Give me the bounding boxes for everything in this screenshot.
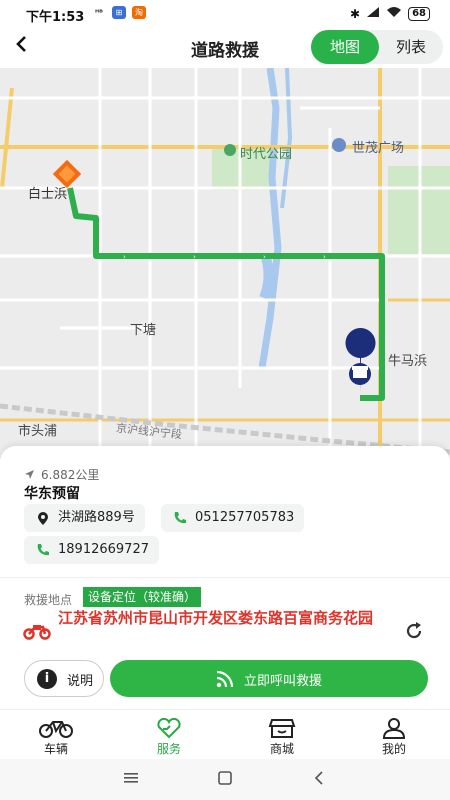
user-icon <box>382 718 406 739</box>
location-label: 救援地点 <box>24 593 73 607</box>
map-label-shitoupu: 市头浦 <box>18 424 58 439</box>
rescue-card: 6.882公里 华东预留 洪湖路889号 051257705783 189126… <box>0 446 450 709</box>
notification-icons: ᴴᴮ ⊞ 淘 <box>92 6 146 19</box>
navigation-arrow-icon <box>25 470 34 479</box>
map-label-shimao: 世茂广场 <box>352 141 405 156</box>
info-icon: i <box>37 669 57 689</box>
hb-icon: ᴴᴮ <box>92 6 106 19</box>
rescue-address: 江苏省苏州市昆山市开发区娄东路百富商务花园 <box>58 609 374 627</box>
divider <box>0 577 450 578</box>
bicycle-icon <box>39 721 73 738</box>
tab-service-label: 服务 <box>156 742 181 756</box>
signal-icon <box>366 6 380 22</box>
map-view[interactable]: › › › › 白士浜 时代公园 世茂广场 下塘 牛马浜 市头浦 京沪线沪宁段 <box>0 68 450 460</box>
svg-text:›: › <box>323 253 326 261</box>
map-label-park: 时代公园 <box>240 147 293 162</box>
shop-name: 华东预留 <box>24 486 80 502</box>
phone-icon <box>174 512 186 524</box>
phone-2-text: 18912669727 <box>58 542 149 557</box>
svg-text:›: › <box>193 253 196 261</box>
tab-mine[interactable]: 我的 <box>354 710 434 760</box>
app-header: 道路救援 地图 列表 <box>0 28 450 68</box>
tab-map[interactable]: 地图 <box>311 30 379 64</box>
tab-mine-label: 我的 <box>381 742 406 756</box>
tab-list[interactable]: 列表 <box>379 30 443 64</box>
map-label-niumabang: 牛马浜 <box>388 354 428 369</box>
tab-service[interactable]: 服务 <box>129 710 209 760</box>
wifi-icon <box>386 6 402 22</box>
status-bar: 下午1:53 ᴴᴮ ⊞ 淘 ✱ 68 <box>0 0 450 28</box>
tab-mall[interactable]: 商城 <box>242 710 322 760</box>
status-right: ✱ 68 <box>350 6 430 22</box>
distance-text: 6.882公里 <box>41 468 100 482</box>
heart-hand-icon <box>157 717 181 739</box>
tab-vehicle-label: 车辆 <box>43 742 68 756</box>
back-icon[interactable] <box>314 771 324 785</box>
menu-icon[interactable] <box>124 772 138 784</box>
info-button[interactable]: i 说明 <box>24 660 104 697</box>
address-chip[interactable]: 洪湖路889号 <box>24 504 145 532</box>
rss-signal-icon <box>216 670 234 688</box>
call-rescue-label: 立即呼叫救援 <box>244 674 323 689</box>
taobao-icon: 淘 <box>132 6 146 19</box>
park-icon <box>224 144 236 156</box>
tab-mall-label: 商城 <box>269 742 294 756</box>
location-accuracy-badge: 设备定位（较准确） <box>83 587 202 607</box>
phone-1-text: 051257705783 <box>195 510 295 525</box>
call-rescue-button[interactable]: 立即呼叫救援 <box>110 660 428 697</box>
phone-chip-2[interactable]: 18912669727 <box>24 536 159 564</box>
view-toggle: 地图 列表 <box>311 30 443 64</box>
distance-row: 6.882公里 <box>24 466 99 483</box>
app-icon: ⊞ <box>112 6 126 19</box>
address-chip-text: 洪湖路889号 <box>58 510 135 525</box>
phone-chip-1[interactable]: 051257705783 <box>161 504 305 532</box>
map-canvas: › › › › <box>0 68 450 460</box>
status-time: 下午1:53 <box>26 10 85 25</box>
phone-icon <box>37 544 49 556</box>
map-label-baishi: 白士浜 <box>28 187 68 202</box>
motorcycle-icon <box>23 625 51 640</box>
system-nav-bar <box>0 759 450 800</box>
store-icon <box>268 719 296 738</box>
mall-icon <box>332 138 346 152</box>
tab-vehicle[interactable]: 车辆 <box>16 710 96 760</box>
info-button-label: 说明 <box>67 674 94 689</box>
svg-text:›: › <box>263 253 266 261</box>
svg-text:›: › <box>123 253 126 261</box>
bottom-tab-bar: 车辆 服务 商城 我的 <box>0 709 450 759</box>
bluetooth-icon: ✱ <box>350 7 361 21</box>
battery-indicator: 68 <box>408 7 430 21</box>
refresh-icon[interactable] <box>404 621 424 641</box>
map-label-xiatang: 下塘 <box>130 323 157 338</box>
location-pin-icon <box>38 512 48 525</box>
home-icon[interactable] <box>218 771 232 785</box>
